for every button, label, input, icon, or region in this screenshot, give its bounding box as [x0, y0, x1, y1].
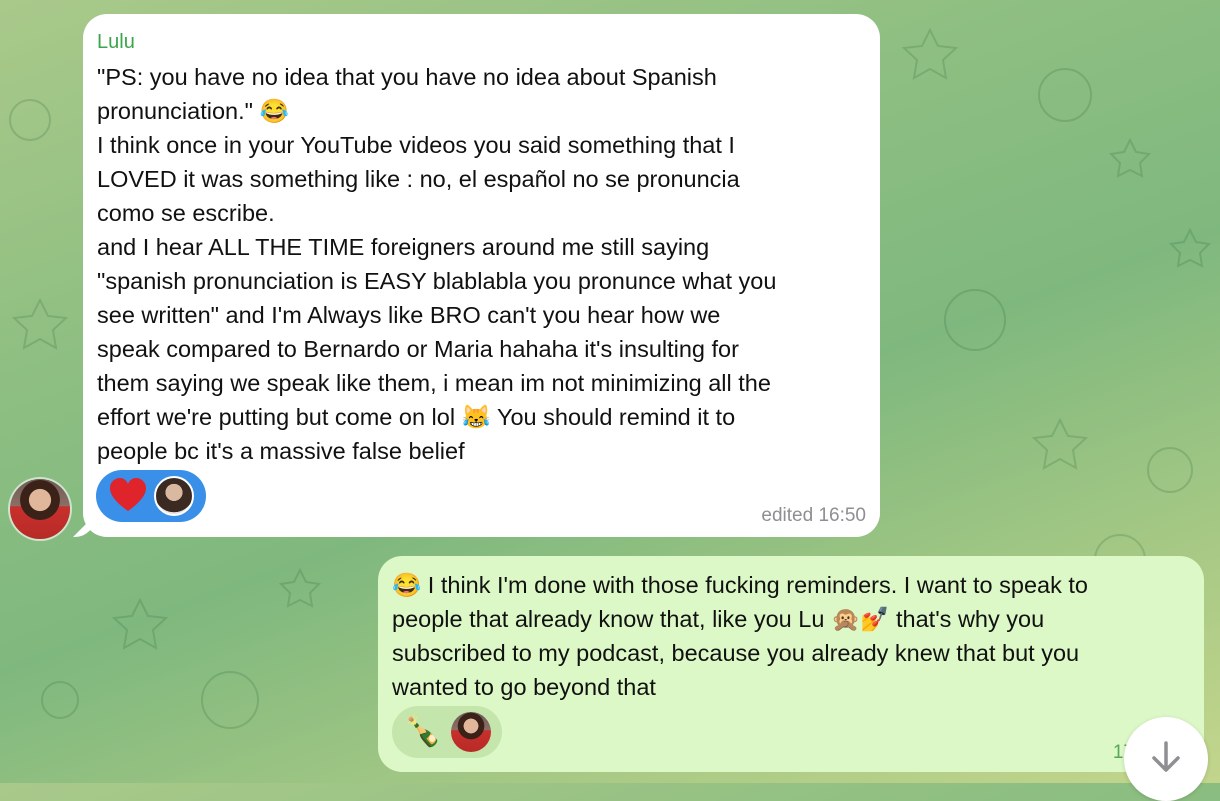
message-body: 😂 I think I'm done with those fucking re… — [392, 572, 1088, 700]
sender-name[interactable]: Lulu — [97, 30, 866, 54]
outgoing-message-bubble[interactable]: 😂 I think I'm done with those fucking re… — [378, 556, 1204, 772]
arrow-down-icon — [1152, 741, 1180, 772]
incoming-message-bubble[interactable]: Lulu "PS: you have no idea that you have… — [83, 14, 880, 537]
message-timestamp: edited 16:50 — [761, 505, 866, 526]
champagne-reaction: 🍾 — [404, 715, 442, 748]
heart-icon — [110, 478, 146, 511]
reactor-avatar — [451, 712, 492, 752]
message-quote-line1: "PS: you have no idea that you have no i… — [97, 64, 717, 90]
scroll-to-bottom-button[interactable] — [1124, 717, 1208, 801]
avatar[interactable] — [10, 479, 70, 539]
reactor-avatar — [154, 476, 194, 516]
message-body: I think once in your YouTube videos you … — [97, 132, 777, 464]
message-quote-line2: pronunciation." 😂 — [97, 98, 289, 124]
reaction-pill[interactable]: 🍾 — [392, 706, 502, 758]
reaction-pill[interactable] — [96, 470, 206, 522]
